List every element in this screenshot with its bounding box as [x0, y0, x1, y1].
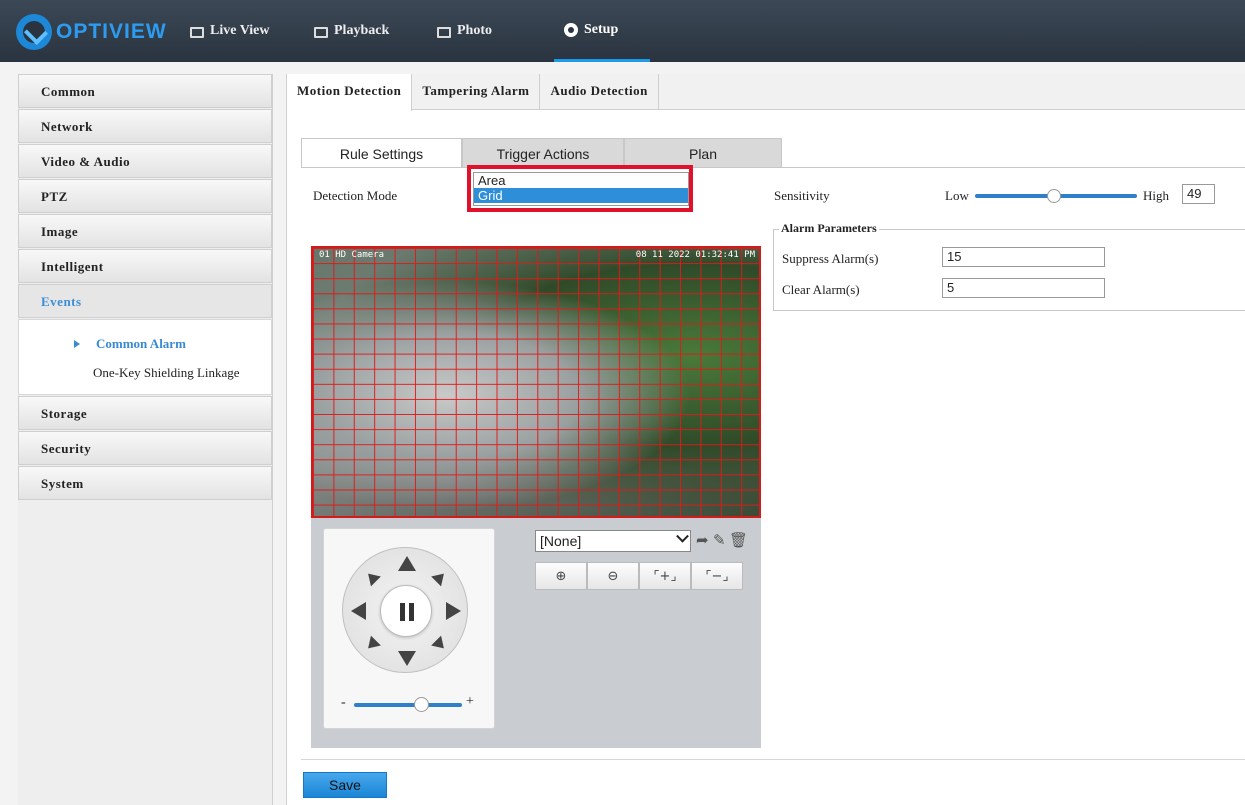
tab-tampering-alarm[interactable]: Tampering Alarm — [412, 74, 541, 110]
sidebar-item-video-audio[interactable]: Video & Audio — [18, 144, 272, 178]
nav-live-view[interactable]: Live View — [190, 0, 270, 62]
sidebar-item-system[interactable]: System — [18, 466, 272, 500]
detection-mode-label: Detection Mode — [313, 188, 398, 203]
subtab-bar: Rule Settings Trigger Actions Plan — [301, 138, 782, 168]
edit-pencil-icon[interactable]: ✎ — [713, 531, 726, 549]
suppress-alarm-input[interactable]: 15 — [942, 247, 1105, 267]
ptz-zoom-buttons: ⊕ ⊖ ⌜+⌟ ⌜−⌟ — [535, 562, 743, 590]
sidebar-item-storage[interactable]: Storage — [18, 396, 272, 430]
osd-camera-label: 01 HD Camera — [319, 250, 385, 260]
arrow-right-icon[interactable] — [446, 602, 461, 620]
arrow-up-icon[interactable] — [398, 556, 416, 571]
sidebar-item-network[interactable]: Network — [18, 109, 272, 143]
sidebar-item-common[interactable]: Common — [18, 74, 272, 108]
photo-icon — [437, 26, 451, 38]
highlight-box — [467, 165, 693, 212]
ptz-panel: - + — [311, 518, 761, 748]
tab-motion-detection[interactable]: Motion Detection — [287, 74, 413, 111]
arrow-down-left-icon[interactable] — [363, 635, 381, 654]
sidebar-item-events[interactable]: Events — [18, 284, 272, 318]
nav-label: Live View — [210, 23, 270, 38]
nav-photo[interactable]: Photo — [437, 0, 492, 62]
nav-setup[interactable]: Setup — [554, 0, 650, 62]
brand-name: OPTIVIEW — [56, 20, 167, 43]
ptz-control-box: - + — [323, 528, 495, 729]
alarm-parameters-title: Alarm Parameters — [779, 221, 879, 236]
arrow-left-icon[interactable] — [351, 602, 366, 620]
trash-icon[interactable]: 🗑 — [729, 531, 748, 549]
subitem-common-alarm[interactable]: Common Alarm — [96, 336, 186, 352]
events-submenu: Common Alarm One-Key Shielding Linkage — [18, 319, 272, 395]
tab-bar: Motion Detection Tampering Alarm Audio D… — [287, 74, 1245, 111]
subtab-divider — [301, 167, 1245, 168]
subtab-plan[interactable]: Plan — [624, 138, 782, 168]
arrow-down-right-icon[interactable] — [431, 635, 449, 654]
nav-playback[interactable]: Playback — [314, 0, 389, 62]
sidebar-item-intelligent[interactable]: Intelligent — [18, 249, 272, 283]
zoom-in-icon[interactable]: ⊕ — [535, 562, 587, 590]
main-content: Motion Detection Tampering Alarm Audio D… — [286, 74, 1245, 805]
arrow-up-right-icon[interactable] — [431, 568, 449, 587]
sensitivity-slider-knob[interactable] — [1047, 189, 1062, 203]
nav-label: Photo — [457, 23, 492, 38]
preset-select[interactable]: [None] — [535, 529, 691, 552]
ptz-direction-pad[interactable] — [342, 547, 468, 673]
save-button[interactable]: Save — [303, 772, 387, 798]
chevron-down-icon — [676, 529, 689, 543]
ptz-pause-button[interactable] — [380, 585, 432, 637]
footer-divider — [301, 759, 1245, 760]
zoom-minus-label: - — [341, 695, 346, 710]
nav-label: Setup — [584, 21, 619, 37]
preset-value: [None] — [540, 533, 582, 549]
monitor-icon — [190, 26, 204, 38]
sensitivity-high-label: High — [1143, 188, 1169, 203]
gear-icon — [564, 22, 578, 37]
top-bar: OPTIVIEW Live View Playback Photo Setup — [0, 0, 1245, 62]
ptz-speed-slider[interactable] — [354, 703, 462, 707]
film-icon — [314, 26, 328, 38]
video-preview[interactable]: 01 HD Camera 08 11 2022 01:32:41 PM — [311, 246, 761, 518]
subitem-one-key-shielding[interactable]: One-Key Shielding Linkage — [93, 365, 240, 381]
sensitivity-value-field[interactable]: 49 — [1182, 184, 1215, 204]
focus-far-icon[interactable]: ⌜−⌟ — [691, 562, 743, 590]
brand-logo: OPTIVIEW — [16, 12, 167, 52]
motion-grid-overlay[interactable] — [313, 248, 759, 516]
suppress-alarm-label: Suppress Alarm(s) — [782, 251, 879, 266]
alarm-parameters-group: Alarm Parameters — [773, 221, 1245, 311]
clear-alarm-input[interactable]: 5 — [942, 278, 1105, 298]
sensitivity-low-label: Low — [945, 188, 969, 203]
sidebar: Common Network Video & Audio PTZ Image I… — [18, 74, 273, 805]
nav-label: Playback — [334, 23, 390, 38]
subtab-rule-settings[interactable]: Rule Settings — [301, 138, 462, 168]
ptz-speed-knob[interactable] — [414, 697, 429, 712]
sidebar-item-security[interactable]: Security — [18, 431, 272, 465]
logo-mark-icon — [16, 14, 52, 50]
goto-preset-icon[interactable]: ➦ — [696, 531, 709, 549]
subtab-trigger-actions[interactable]: Trigger Actions — [462, 138, 624, 168]
tab-audio-detection[interactable]: Audio Detection — [540, 74, 659, 110]
osd-timestamp: 08 11 2022 01:32:41 PM — [635, 250, 755, 260]
sidebar-item-image[interactable]: Image — [18, 214, 272, 248]
expand-triangle-icon — [74, 340, 80, 348]
sidebar-item-ptz[interactable]: PTZ — [18, 179, 272, 213]
arrow-down-icon[interactable] — [398, 651, 416, 666]
zoom-out-icon[interactable]: ⊖ — [587, 562, 639, 590]
clear-alarm-label: Clear Alarm(s) — [782, 282, 860, 297]
focus-near-icon[interactable]: ⌜+⌟ — [639, 562, 691, 590]
arrow-up-left-icon[interactable] — [363, 568, 381, 587]
zoom-plus-label: + — [466, 694, 474, 709]
pause-icon — [400, 603, 414, 621]
sensitivity-label: Sensitivity — [774, 188, 830, 203]
